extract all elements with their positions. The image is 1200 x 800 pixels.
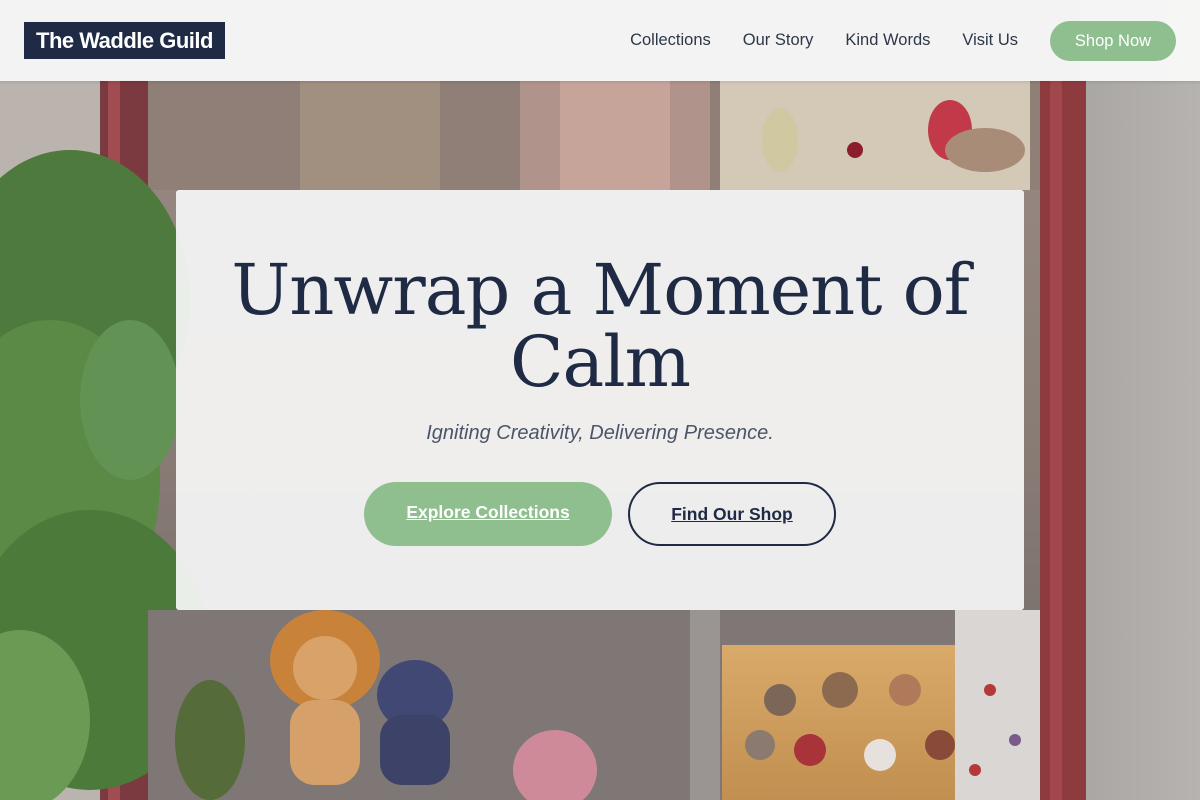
- site-header: The Waddle Guild Collections Our Story K…: [0, 0, 1200, 81]
- find-our-shop-button[interactable]: Find Our Shop: [628, 482, 836, 546]
- nav-link-collections[interactable]: Collections: [630, 31, 711, 50]
- site-logo[interactable]: The Waddle Guild: [24, 22, 225, 59]
- nav-link-visit-us[interactable]: Visit Us: [962, 31, 1018, 50]
- hero-headline-line2: Calm: [509, 321, 691, 403]
- hero-tagline: Igniting Creativity, Delivering Presence…: [426, 422, 774, 444]
- main-nav: Collections Our Story Kind Words Visit U…: [630, 20, 1176, 61]
- hero-card: Unwrap a Moment of Calm Igniting Creativ…: [176, 190, 1024, 610]
- hero-headline-line1: Unwrap a Moment of: [231, 249, 969, 331]
- explore-collections-button[interactable]: Explore Collections: [364, 482, 612, 546]
- shop-now-button[interactable]: Shop Now: [1050, 20, 1176, 61]
- nav-link-our-story[interactable]: Our Story: [743, 31, 814, 50]
- nav-link-kind-words[interactable]: Kind Words: [845, 31, 930, 50]
- hero-headline: Unwrap a Moment of Calm: [176, 254, 1024, 398]
